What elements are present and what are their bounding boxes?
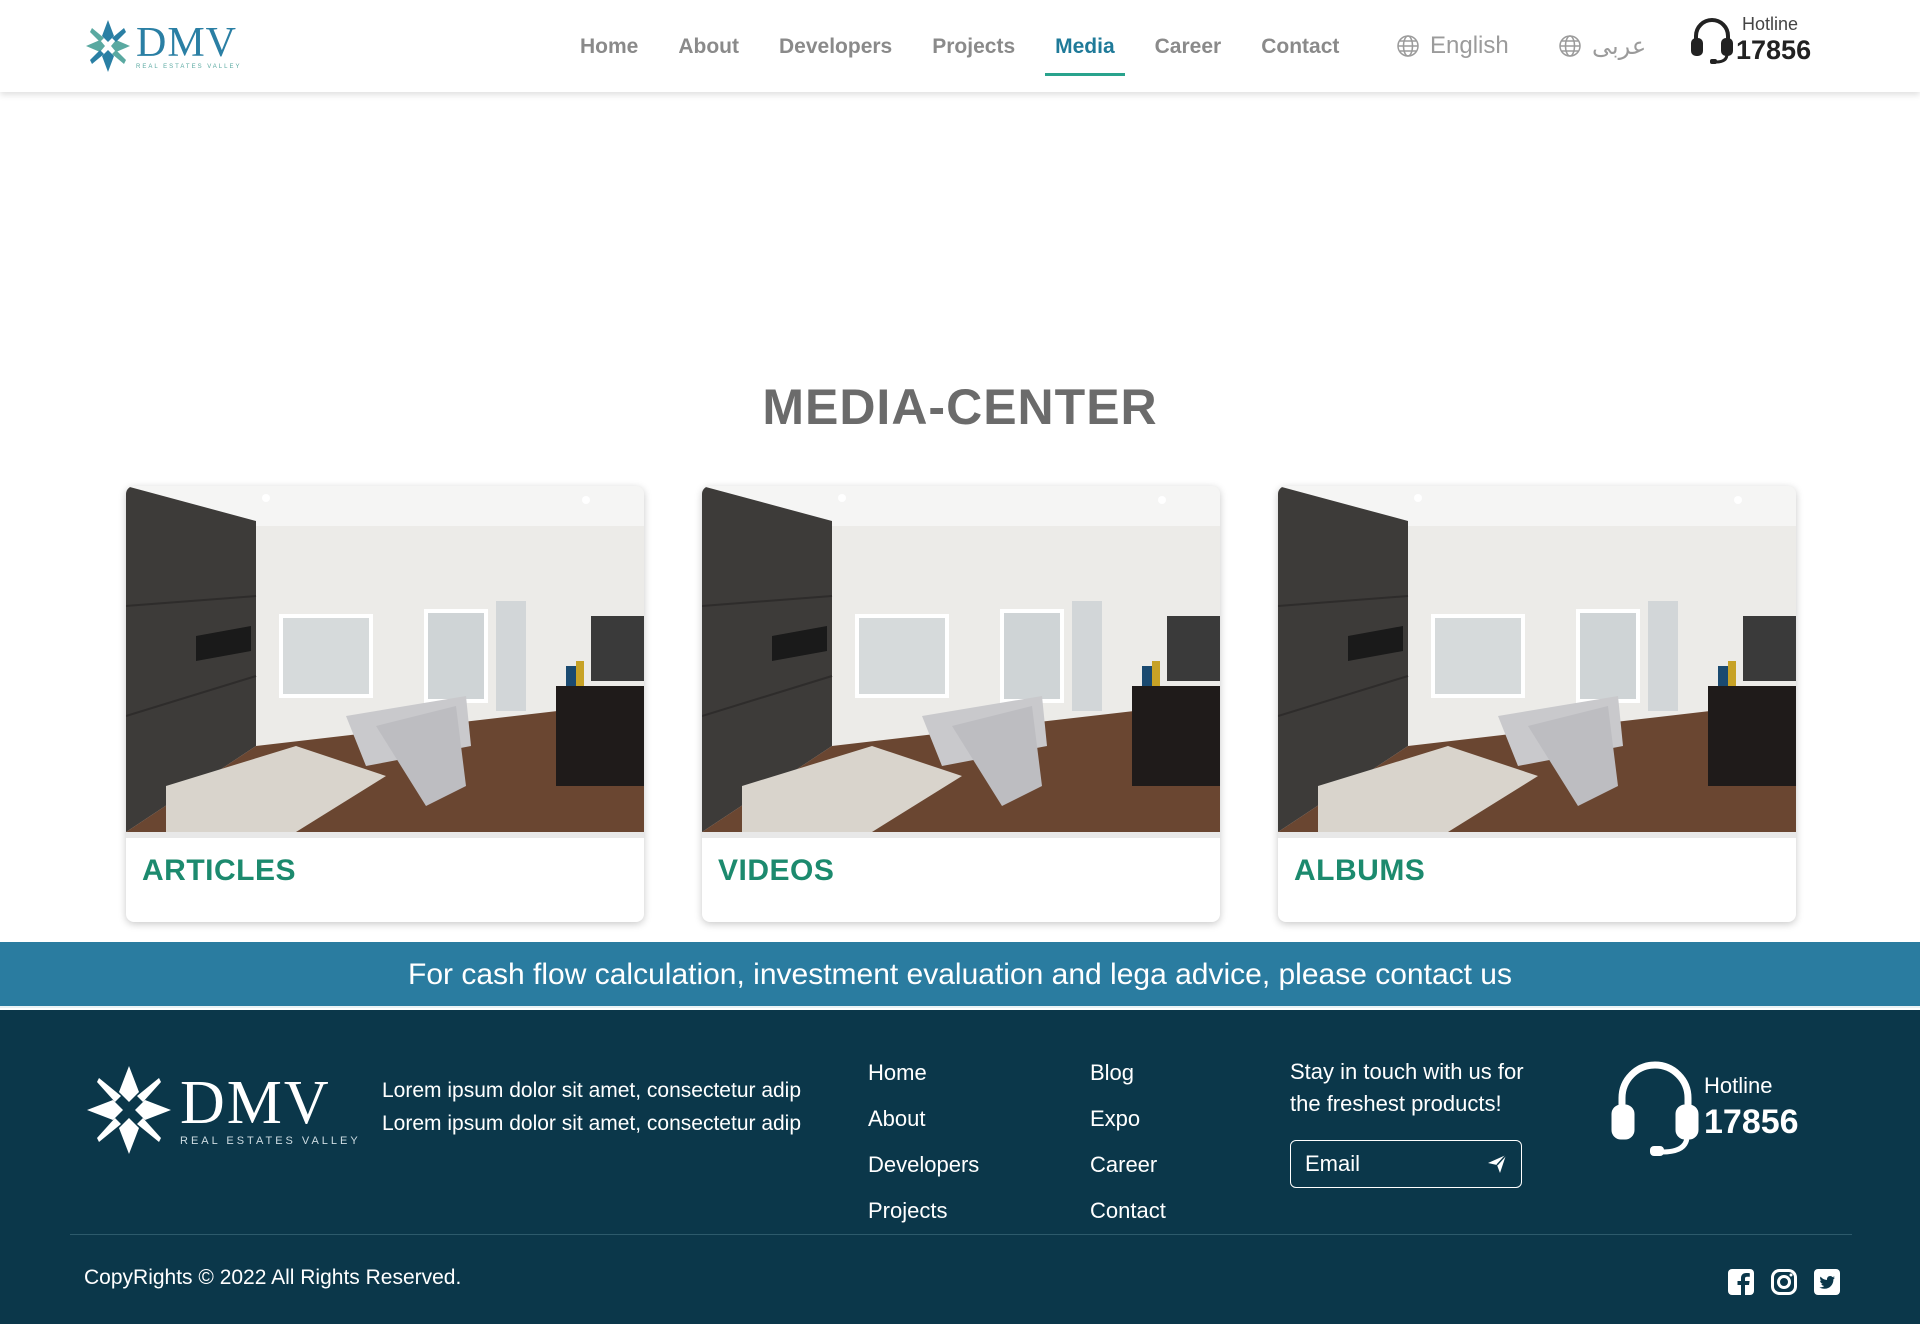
footer-hotline-number: 17856 (1704, 1102, 1799, 1141)
header-hotline-text: Hotline 17856 (1736, 14, 1811, 66)
footer-links-col1: Home About Developers Projects (868, 1050, 979, 1234)
facebook-icon[interactable] (1727, 1268, 1755, 1296)
footer-link-expo[interactable]: Expo (1090, 1096, 1166, 1142)
footer-links-col2: Blog Expo Career Contact (1090, 1050, 1166, 1234)
footer-link-home[interactable]: Home (868, 1050, 979, 1096)
header-hotline-label: Hotline (1742, 14, 1799, 34)
newsletter-form (1290, 1140, 1522, 1188)
site-footer: DMV REAL ESTATES VALLEY Lorem ipsum dolo… (0, 1010, 1920, 1324)
media-card-albums[interactable]: ALBUMS (1278, 486, 1796, 922)
language-english[interactable]: English (1396, 0, 1509, 92)
brand-logo[interactable]: DMV REAL ESTATES VALLEY (84, 18, 241, 74)
room-image (126, 486, 644, 832)
footer-link-developers[interactable]: Developers (868, 1142, 979, 1188)
language-arabic[interactable]: عربى (1558, 0, 1646, 92)
footer-newsletter-text: Stay in touch with us for the freshest p… (1290, 1059, 1524, 1116)
room-image (702, 486, 1220, 832)
card-label-albums: ALBUMS (1294, 854, 1426, 887)
nav-media[interactable]: Media (1045, 0, 1125, 92)
footer-link-contact[interactable]: Contact (1090, 1188, 1166, 1234)
main-nav: Home About Developers Projects Media Car… (560, 0, 1359, 92)
contact-banner[interactable]: For cash flow calculation, investment ev… (0, 942, 1920, 1008)
dmv-logo-icon (86, 20, 130, 72)
header-hotline[interactable]: Hotline 17856 (1690, 14, 1811, 66)
globe-icon (1559, 35, 1581, 57)
footer-link-about[interactable]: About (868, 1096, 979, 1142)
room-image (1278, 486, 1796, 832)
logo-text: DMV REAL ESTATES VALLEY (136, 19, 242, 70)
instagram-icon[interactable] (1770, 1268, 1798, 1296)
page-title: MEDIA-CENTER (762, 379, 1158, 435)
twitter-icon[interactable] (1813, 1268, 1841, 1296)
footer-link-projects[interactable]: Projects (868, 1188, 979, 1234)
header-hotline-number: 17856 (1736, 35, 1812, 65)
site-header: DMV REAL ESTATES VALLEY Home About Devel… (0, 0, 1920, 92)
newsletter-email-input[interactable] (1305, 1151, 1465, 1177)
footer-logo-text: DMV REAL ESTATES VALLEY (180, 1069, 361, 1147)
footer-divider (70, 1234, 1852, 1235)
globe-icon (1397, 35, 1419, 57)
copyright: CopyRights © 2022 All Rights Reserved. (84, 1266, 462, 1289)
footer-link-blog[interactable]: Blog (1090, 1050, 1166, 1096)
nav-career[interactable]: Career (1155, 0, 1222, 92)
card-label-videos: VIDEOS (718, 854, 835, 887)
brand-tagline: REAL ESTATES VALLEY (136, 63, 242, 70)
media-card-articles[interactable]: ARTICLES (126, 486, 644, 922)
send-icon[interactable] (1487, 1154, 1507, 1174)
nav-contact[interactable]: Contact (1261, 0, 1339, 92)
nav-developers[interactable]: Developers (779, 0, 892, 92)
media-card-videos[interactable]: VIDEOS (702, 486, 1220, 922)
card-label-articles: ARTICLES (142, 854, 296, 887)
footer-brand-name: DMV (180, 1069, 331, 1137)
language-english-label: English (1430, 32, 1509, 59)
nav-home[interactable]: Home (580, 0, 638, 92)
headset-icon (1611, 1061, 1699, 1156)
social-links (1712, 1268, 1841, 1296)
nav-about[interactable]: About (678, 0, 739, 92)
footer-description: Lorem ipsum dolor sit amet, consectetur … (382, 1079, 802, 1135)
footer-logo[interactable]: DMV REAL ESTATES VALLEY (84, 1064, 361, 1156)
footer-hotline[interactable]: Hotline 17856 (1610, 1054, 1799, 1160)
footer-hotline-text: Hotline 17856 (1704, 1073, 1799, 1142)
footer-hotline-label: Hotline (1704, 1072, 1773, 1098)
language-arabic-label: عربى (1592, 32, 1647, 60)
headset-icon (1691, 18, 1733, 64)
footer-link-career[interactable]: Career (1090, 1142, 1166, 1188)
brand-name: DMV (136, 19, 238, 66)
footer-brand-tagline: REAL ESTATES VALLEY (180, 1135, 361, 1147)
nav-projects[interactable]: Projects (932, 0, 1015, 92)
dmv-logo-icon (87, 1066, 171, 1154)
